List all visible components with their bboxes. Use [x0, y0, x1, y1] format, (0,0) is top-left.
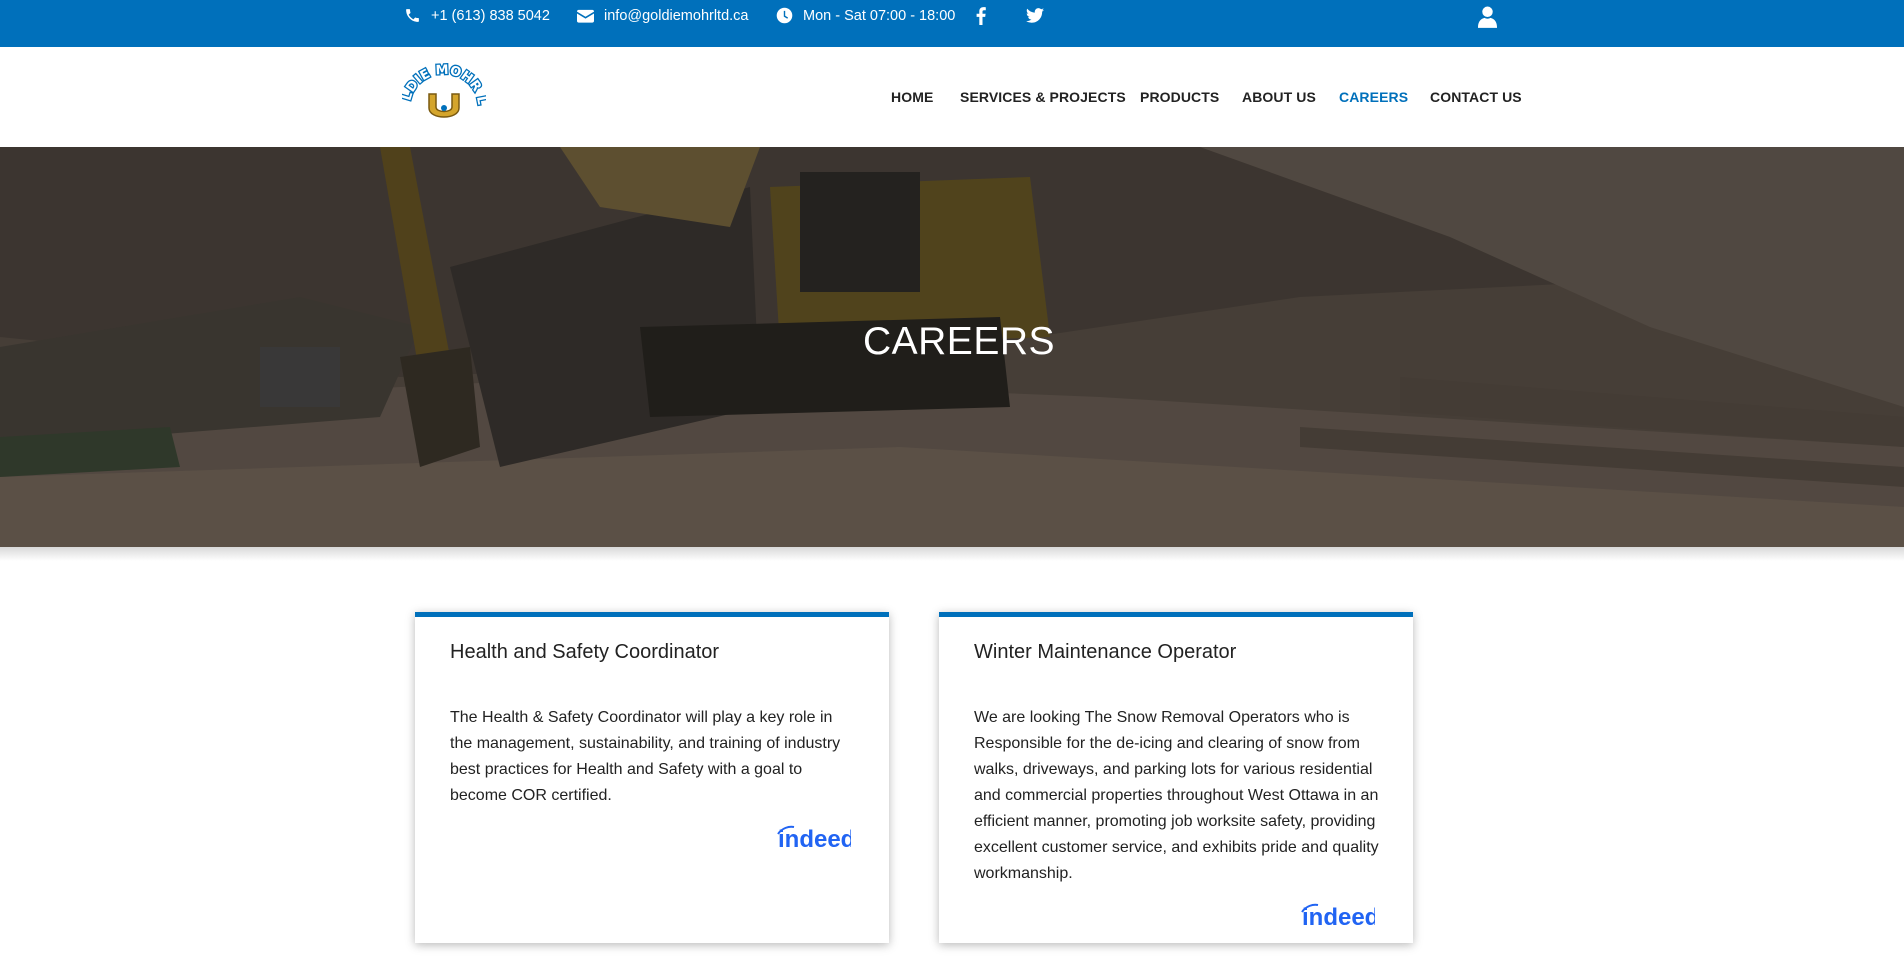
indeed-apply-link[interactable]: indeed [775, 825, 855, 858]
phone-number: +1 (613) 838 5042 [431, 7, 550, 24]
indeed-logo-text: indeed [1302, 904, 1375, 931]
hero-banner: CAREERS [0, 147, 1904, 547]
indeed-apply-link[interactable]: indeed [1299, 903, 1379, 936]
email-address: info@goldiemohrltd.ca [604, 7, 749, 24]
nav-home[interactable]: HOME [891, 84, 933, 110]
site-logo[interactable]: GOLDIE MOHR LTD [395, 50, 490, 128]
twitter-icon [1026, 8, 1044, 23]
page-title: CAREERS [862, 320, 1056, 363]
email-link[interactable]: info@goldiemohrltd.ca [577, 0, 749, 31]
nav-products[interactable]: PRODUCTS [1140, 84, 1219, 110]
indeed-logo: indeed [777, 825, 855, 853]
logo-text: GOLDIE MOHR LTD [395, 50, 490, 107]
envelope-icon [577, 9, 594, 23]
phone-link[interactable]: +1 (613) 838 5042 [404, 0, 550, 31]
business-hours: Mon - Sat 07:00 - 18:00 [776, 0, 955, 31]
hero-shadow [0, 547, 1904, 561]
job-title[interactable]: Health and Safety Coordinator [450, 641, 719, 664]
indeed-logo: indeed [1301, 903, 1379, 931]
nav-careers[interactable]: CAREERS [1339, 84, 1408, 110]
site-header [0, 47, 1904, 147]
facebook-icon [976, 6, 986, 25]
nav-about-us[interactable]: ABOUT US [1242, 84, 1316, 110]
facebook-link[interactable] [976, 0, 986, 31]
job-card[interactable]: Winter Maintenance Operator We are looki… [939, 612, 1413, 943]
nav-services-projects[interactable]: SERVICES & PROJECTS [960, 84, 1126, 110]
twitter-link[interactable] [1026, 0, 1044, 31]
job-card[interactable]: Health and Safety Coordinator The Health… [415, 612, 889, 943]
top-bar: +1 (613) 838 5042 info@goldiemohrltd.ca … [0, 0, 1904, 47]
svg-text:GOLDIE MOHR LTD: GOLDIE MOHR LTD [402, 62, 486, 106]
hours-text: Mon - Sat 07:00 - 18:00 [803, 7, 956, 24]
user-icon [1478, 6, 1497, 28]
clock-icon [776, 7, 793, 24]
job-description: The Health & Safety Coordinator will pla… [450, 709, 841, 804]
job-title[interactable]: Winter Maintenance Operator [974, 641, 1236, 664]
nav-contact-us[interactable]: CONTACT US [1430, 84, 1522, 110]
phone-icon [404, 7, 421, 24]
account-link[interactable] [1478, 0, 1497, 33]
job-description: We are looking The Snow Removal Operator… [974, 709, 1379, 882]
indeed-logo-text: indeed [778, 826, 851, 853]
